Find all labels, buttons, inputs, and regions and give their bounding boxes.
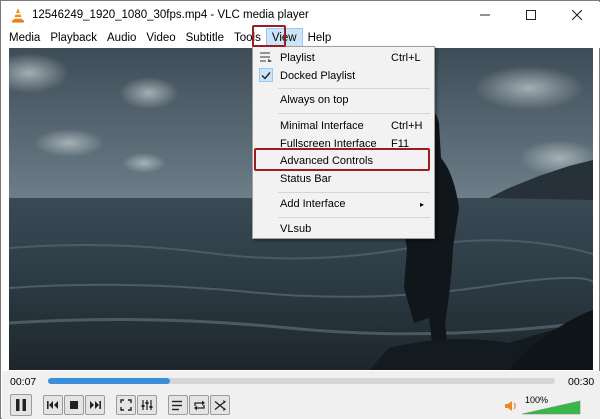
previous-button[interactable] (43, 395, 63, 415)
playlist-toggle-button[interactable] (168, 395, 188, 415)
volume-slider[interactable] (521, 397, 582, 415)
seek-slider[interactable] (48, 378, 555, 384)
total-time: 00:30 (568, 376, 595, 388)
menu-help[interactable]: Help (303, 28, 337, 48)
close-icon[interactable] (554, 2, 600, 28)
loop-icon (193, 400, 205, 410)
stop-button[interactable] (64, 395, 84, 415)
maximize-icon[interactable] (508, 2, 554, 28)
previous-icon (47, 401, 58, 409)
menu-item-advanced-controls[interactable]: Advanced Controls (253, 152, 434, 170)
submenu-arrow-icon: ▸ (419, 199, 424, 209)
shuffle-button[interactable] (210, 395, 230, 415)
playlist-toggle-icon (172, 400, 182, 410)
menu-item-docked-playlist[interactable]: Docked Playlist (253, 67, 434, 85)
pause-button[interactable] (10, 394, 32, 416)
menu-bar: Media Playback Audio Video Subtitle Tool… (2, 28, 600, 48)
fullscreen-icon (120, 399, 132, 411)
control-bar: 100% (2, 393, 600, 419)
window-controls (462, 2, 600, 28)
speaker-icon[interactable] (504, 400, 518, 414)
title-bar: 12546249_1920_1080_30fps.mp4 - VLC media… (2, 2, 600, 28)
seek-progress (48, 378, 170, 384)
vlc-window: 12546249_1920_1080_30fps.mp4 - VLC media… (0, 0, 600, 419)
menu-item-minimal-interface[interactable]: Minimal Interface Ctrl+H (253, 117, 434, 135)
view-menu-dropdown: Playlist Ctrl+L Docked Playlist Always o… (252, 46, 435, 239)
shuffle-icon (214, 399, 226, 411)
window-title: 12546249_1920_1080_30fps.mp4 - VLC media… (32, 9, 309, 21)
extended-settings-button[interactable] (137, 395, 157, 415)
checkmark-icon (259, 68, 273, 82)
menu-item-vlsub[interactable]: VLsub (253, 220, 434, 238)
menu-media[interactable]: Media (4, 28, 45, 48)
fullscreen-button[interactable] (116, 395, 136, 415)
vlc-cone-icon (10, 7, 26, 23)
menu-separator (278, 88, 430, 89)
stop-icon (70, 401, 78, 409)
pause-icon (16, 399, 26, 411)
menu-item-fullscreen-interface[interactable]: Fullscreen Interface F11 (253, 135, 434, 153)
menu-item-always-on-top[interactable]: Always on top (253, 91, 434, 109)
menu-playback[interactable]: Playback (45, 28, 102, 48)
loop-button[interactable] (189, 395, 209, 415)
menu-separator (278, 113, 430, 114)
next-icon (90, 401, 101, 409)
minimize-icon[interactable] (462, 2, 508, 28)
playlist-icon (259, 50, 273, 64)
seek-row: 00:07 00:30 (2, 371, 600, 393)
menu-audio[interactable]: Audio (102, 28, 141, 48)
next-button[interactable] (85, 395, 105, 415)
extended-settings-icon (141, 400, 153, 410)
menu-item-status-bar[interactable]: Status Bar (253, 170, 434, 188)
menu-separator (278, 192, 430, 193)
menu-subtitle[interactable]: Subtitle (181, 28, 229, 48)
menu-item-add-interface[interactable]: Add Interface ▸ (253, 195, 434, 213)
menu-tools[interactable]: Tools (229, 28, 266, 48)
elapsed-time: 00:07 (10, 376, 37, 388)
menu-item-playlist[interactable]: Playlist Ctrl+L (253, 49, 434, 67)
menu-view[interactable]: View (265, 28, 303, 48)
menu-video[interactable]: Video (141, 28, 180, 48)
menu-separator (278, 217, 430, 218)
